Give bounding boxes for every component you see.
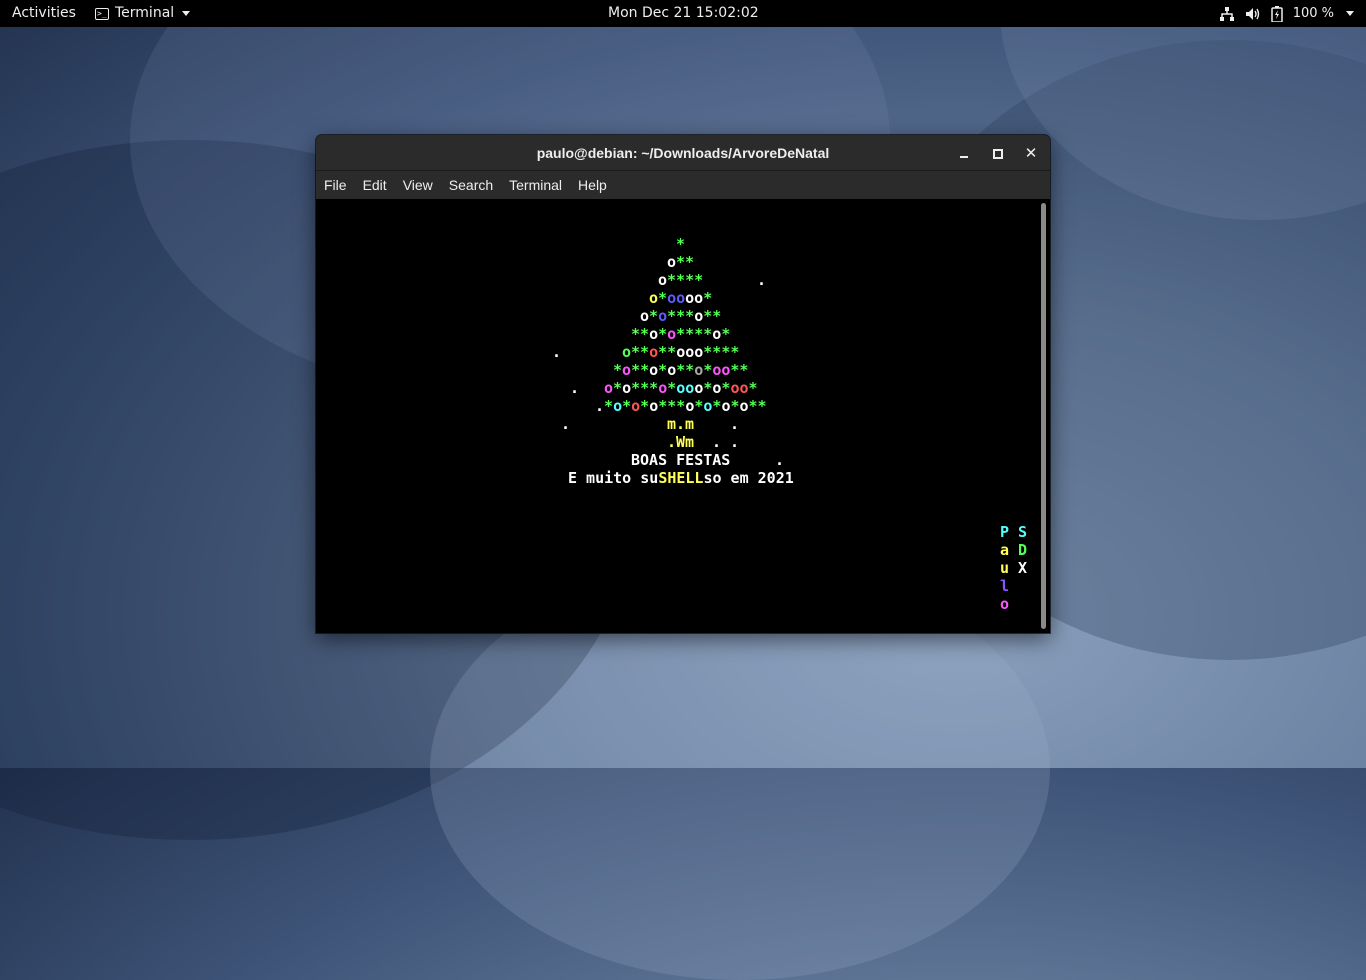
- clock[interactable]: Mon Dec 21 15:02:02: [608, 0, 759, 27]
- menu-terminal[interactable]: Terminal: [509, 177, 562, 193]
- terminal-output[interactable]: * o** o**** o*oooo* o*o***o** **o*o****o…: [316, 199, 1038, 633]
- activities-button[interactable]: Activities: [12, 0, 76, 27]
- app-menu[interactable]: >_ Terminal: [95, 0, 191, 27]
- battery-icon: [1270, 5, 1283, 22]
- chevron-down-icon: [1346, 11, 1354, 16]
- window-titlebar[interactable]: paulo@debian: ~/Downloads/ArvoreDeNatal …: [316, 135, 1050, 171]
- battery-percentage: 100 %: [1292, 6, 1334, 21]
- menu-help[interactable]: Help: [578, 177, 607, 193]
- menu-bar: File Edit View Search Terminal Help: [316, 171, 1050, 199]
- tree-base: .Wm: [667, 433, 695, 451]
- menu-view[interactable]: View: [403, 177, 433, 193]
- scrollbar-thumb[interactable]: [1041, 203, 1046, 629]
- terminal-icon: >_: [95, 7, 109, 20]
- minimize-icon[interactable]: [955, 144, 973, 162]
- menu-edit[interactable]: Edit: [363, 177, 387, 193]
- window-title: paulo@debian: ~/Downloads/ArvoreDeNatal: [536, 145, 830, 161]
- app-menu-label: Terminal: [115, 5, 175, 21]
- message-text: E muito suSHELLso em 2021: [568, 469, 794, 487]
- scrollbar[interactable]: [1038, 199, 1050, 633]
- system-status-area[interactable]: 100 %: [1219, 0, 1354, 27]
- menu-file[interactable]: File: [324, 177, 347, 193]
- network-icon: [1219, 6, 1234, 21]
- volume-icon: [1245, 7, 1259, 20]
- greeting-text: BOAS FESTAS: [631, 451, 731, 469]
- menu-search[interactable]: Search: [449, 177, 493, 193]
- terminal-window[interactable]: paulo@debian: ~/Downloads/ArvoreDeNatal …: [316, 135, 1050, 633]
- tree-trunk: m.m: [667, 415, 695, 433]
- top-bar: Activities >_ Terminal Mon Dec 21 15:02:…: [0, 0, 1366, 27]
- chevron-down-icon: [182, 11, 191, 16]
- close-icon[interactable]: ✕: [1022, 144, 1040, 162]
- maximize-icon[interactable]: [988, 144, 1006, 162]
